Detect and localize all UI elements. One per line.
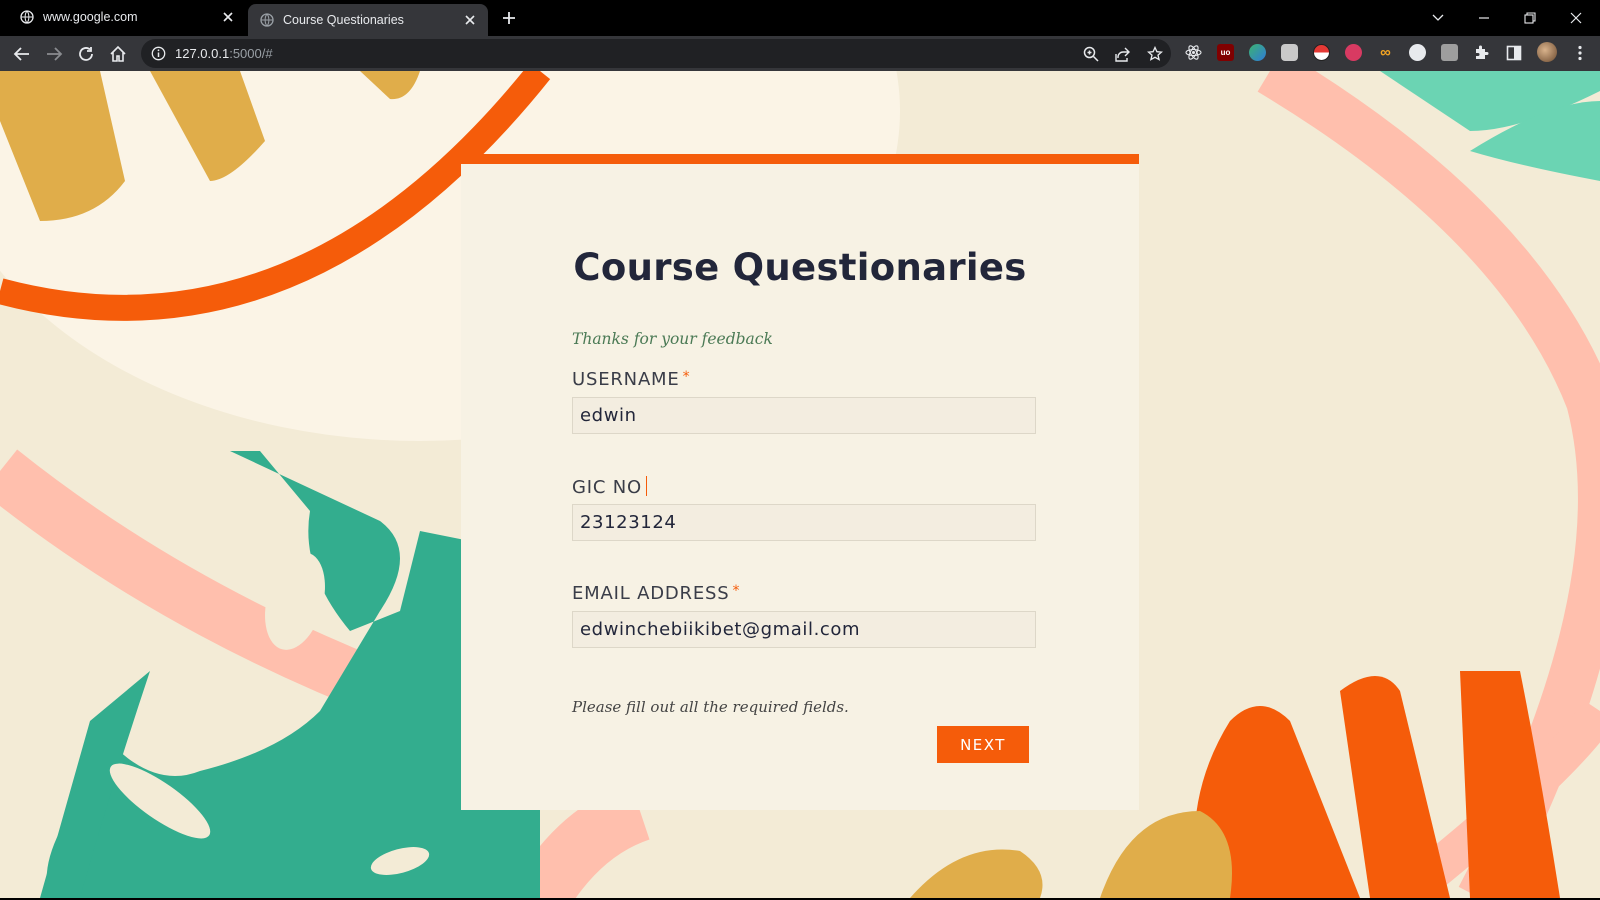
username-label: USERNAME * [572, 369, 691, 390]
tab-title: www.google.com [43, 10, 138, 24]
share-icon[interactable] [1115, 46, 1131, 62]
back-arrow-icon[interactable] [11, 43, 33, 65]
tab-search-icon[interactable] [1426, 6, 1450, 30]
text-caret [645, 476, 648, 496]
react-devtools-icon[interactable] [1185, 44, 1202, 61]
close-tab-icon[interactable] [220, 9, 236, 25]
gic-no-input[interactable] [572, 504, 1036, 541]
address-bar[interactable]: 127.0.0.1:5000/# [141, 39, 1171, 68]
required-marker: * [732, 583, 741, 599]
extension-cloud-icon[interactable] [1281, 44, 1298, 61]
browser-titlebar: www.google.com Course Questionaries [0, 0, 1600, 36]
gic-no-label: GIC NO [572, 476, 648, 498]
infinity-icon[interactable]: ∞ [1377, 44, 1394, 61]
extension-blocked-icon[interactable] [1345, 44, 1362, 61]
pokeball-icon[interactable] [1313, 44, 1330, 61]
bookmark-star-icon[interactable] [1147, 46, 1163, 62]
email-label: EMAIL ADDRESS * [572, 583, 741, 604]
page-viewport: Course Questionaries Thanks for your fee… [0, 71, 1600, 898]
required-marker: * [682, 369, 691, 385]
restore-icon[interactable] [1518, 6, 1542, 30]
puzzle-icon[interactable] [1473, 44, 1490, 61]
ublock-origin-icon[interactable]: uo [1217, 44, 1234, 61]
globe-icon [260, 13, 274, 27]
new-tab-icon[interactable] [500, 9, 518, 27]
globe-icon [20, 10, 34, 24]
more-menu-icon[interactable] [1571, 44, 1588, 61]
url-text[interactable]: 127.0.0.1:5000/# [175, 46, 273, 61]
close-window-icon[interactable] [1564, 6, 1588, 30]
required-fields-hint: Please fill out all the required fields. [572, 698, 849, 716]
tab-course-questionaries[interactable]: Course Questionaries [248, 4, 488, 36]
next-button[interactable]: NEXT [937, 726, 1029, 763]
email-input[interactable] [572, 611, 1036, 648]
extension-green-icon[interactable] [1249, 44, 1266, 61]
forward-arrow-icon[interactable] [43, 43, 65, 65]
zoom-icon[interactable] [1083, 46, 1099, 62]
close-tab-icon[interactable] [462, 12, 478, 28]
home-icon[interactable] [107, 43, 129, 65]
side-panel-icon[interactable] [1505, 44, 1522, 61]
tab-title: Course Questionaries [283, 13, 404, 27]
minimize-icon[interactable] [1472, 6, 1496, 30]
extension-circle-icon[interactable] [1409, 44, 1426, 61]
page-title: Course Questionaries [573, 246, 1027, 289]
extension-card-icon[interactable] [1441, 44, 1458, 61]
profile-avatar[interactable] [1537, 42, 1557, 62]
feedback-message: Thanks for your feedback [572, 330, 773, 348]
username-input[interactable] [572, 397, 1036, 434]
info-icon[interactable] [151, 46, 166, 61]
questionnaire-card: Course Questionaries Thanks for your fee… [461, 154, 1139, 810]
tab-google[interactable]: www.google.com [0, 0, 246, 34]
reload-icon[interactable] [75, 43, 97, 65]
